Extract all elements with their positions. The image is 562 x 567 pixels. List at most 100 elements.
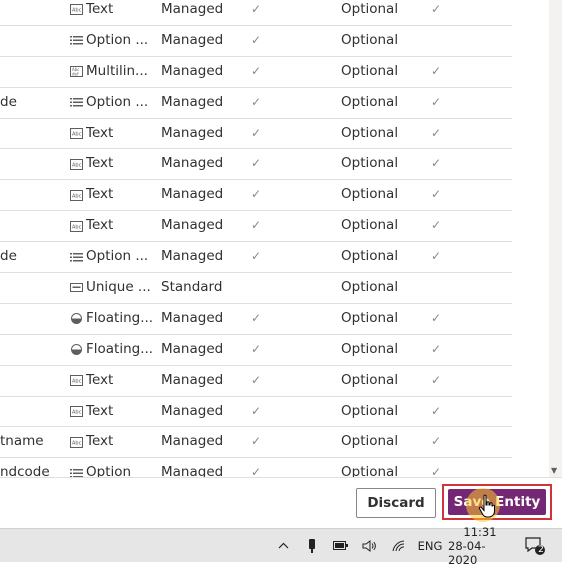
checkmark-icon: ✓ bbox=[251, 218, 262, 233]
notification-count-badge: 2 bbox=[538, 545, 544, 555]
cell-data-type: Abc Text bbox=[70, 119, 113, 149]
checkmark-icon: ✓ bbox=[251, 63, 262, 78]
fields-grid: Abc Text Managed ✓ Optional ✓ Option ... Manage… bbox=[0, 0, 549, 477]
table-row[interactable]: Abc Text Managed ✓ Optional ✓ bbox=[0, 119, 512, 150]
checkmark-icon: ✓ bbox=[251, 403, 262, 418]
table-row[interactable]: de Option ... Managed ✓ Optional ✓ bbox=[0, 88, 512, 119]
table-row[interactable]: Abc Text Managed ✓ Optional ✓ bbox=[0, 366, 512, 397]
checkmark-icon: ✓ bbox=[431, 341, 442, 356]
cell-data-type-label: Text bbox=[86, 402, 114, 419]
floating-point-icon bbox=[70, 344, 86, 356]
cell-data-type-label: Unique ... bbox=[86, 279, 151, 296]
cell-data-type-label: Option ... bbox=[86, 31, 149, 48]
cell-data-type: Option ... bbox=[70, 88, 148, 118]
cell-required: Optional bbox=[341, 340, 399, 357]
table-row[interactable]: Abc def Multilin... Managed ✓ Optional ✓ bbox=[0, 57, 512, 88]
cell-customizable: Managed bbox=[161, 402, 224, 419]
notification-center-icon[interactable]: 2 bbox=[522, 529, 548, 562]
cell-data-type-label: Text bbox=[86, 155, 114, 172]
text-icon: Abc bbox=[70, 436, 86, 448]
floating-point-icon bbox=[70, 313, 86, 325]
table-row[interactable]: Option ... Managed ✓ Optional bbox=[0, 26, 512, 57]
taskbar-clock[interactable]: 11:31 28-04-2020 bbox=[448, 525, 512, 567]
usb-icon[interactable] bbox=[304, 529, 320, 562]
text-icon: Abc bbox=[70, 158, 86, 170]
cell-data-type: Abc Text bbox=[70, 427, 113, 457]
save-entity-button[interactable]: Save Entity bbox=[448, 489, 546, 515]
cell-customizable: Managed bbox=[161, 217, 224, 234]
checkmark-icon: ✓ bbox=[251, 156, 262, 171]
unique-identifier-icon bbox=[70, 282, 86, 293]
table-row[interactable]: Floating... Managed ✓ Optional ✓ bbox=[0, 304, 512, 335]
cell-customizable: Managed bbox=[161, 124, 224, 141]
vertical-scrollbar[interactable]: ▼ bbox=[549, 0, 562, 477]
cell-required: Optional bbox=[341, 371, 399, 388]
checkmark-icon: ✓ bbox=[431, 218, 442, 233]
chevron-up-icon[interactable] bbox=[274, 529, 292, 562]
table-row[interactable]: Floating... Managed ✓ Optional ✓ bbox=[0, 335, 512, 366]
table-row[interactable]: Abc Text Managed ✓ Optional ✓ bbox=[0, 180, 512, 212]
cell-data-type-label: Multilin... bbox=[86, 62, 148, 79]
table-row[interactable]: Unique ... Standard Optional bbox=[0, 273, 512, 304]
cell-required: Optional bbox=[341, 186, 399, 203]
wifi-icon[interactable] bbox=[390, 529, 408, 562]
svg-text:Abc: Abc bbox=[72, 440, 82, 446]
cell-required: Optional bbox=[341, 464, 399, 477]
text-icon: Abc bbox=[70, 128, 86, 139]
table-row[interactable]: Abc Text Managed ✓ Optional ✓ bbox=[0, 149, 512, 181]
volume-icon[interactable] bbox=[360, 529, 378, 562]
text-icon: Abc bbox=[70, 4, 86, 16]
table-row[interactable]: tname Abc Text Managed ✓ Optional ✓ bbox=[0, 427, 512, 459]
cell-required: Optional bbox=[341, 93, 399, 110]
table-row[interactable]: Abc Text Managed ✓ Optional ✓ bbox=[0, 211, 512, 243]
checkmark-icon: ✓ bbox=[251, 187, 262, 202]
cell-data-type: Unique ... bbox=[70, 273, 151, 303]
checkmark-icon: ✓ bbox=[431, 187, 442, 202]
cell-customizable: Managed bbox=[161, 186, 224, 203]
cell-display-name: tname bbox=[0, 433, 44, 450]
cell-required: Optional bbox=[341, 309, 399, 326]
multiline-text-icon: Abc def bbox=[70, 66, 86, 78]
clock-date: 28-04-2020 bbox=[448, 538, 486, 567]
cell-customizable: Managed bbox=[161, 433, 224, 450]
svg-text:def: def bbox=[72, 72, 79, 77]
checkmark-icon: ✓ bbox=[251, 465, 262, 477]
table-row[interactable]: ndcode Option Managed ✓ Optional ✓ bbox=[0, 458, 512, 477]
cell-data-type: Floating... bbox=[70, 304, 153, 334]
cell-data-type: Abc Text bbox=[70, 366, 113, 396]
checkmark-icon: ✓ bbox=[251, 341, 262, 356]
cell-customizable: Managed bbox=[161, 62, 224, 79]
checkmark-icon: ✓ bbox=[431, 249, 442, 264]
svg-text:Abc: Abc bbox=[72, 410, 82, 416]
cell-required: Optional bbox=[341, 402, 399, 419]
table-row[interactable]: Abc Text Managed ✓ Optional ✓ bbox=[0, 397, 512, 428]
svg-text:Abc: Abc bbox=[72, 8, 82, 14]
svg-text:Abc: Abc bbox=[72, 132, 82, 138]
table-row[interactable]: Abc Text Managed ✓ Optional ✓ bbox=[0, 0, 512, 26]
cell-data-type: Abc Text bbox=[70, 0, 113, 25]
text-icon: Abc bbox=[70, 406, 86, 418]
save-entity-highlight: Save Entity bbox=[442, 484, 552, 520]
scroll-down-arrow-icon[interactable]: ▼ bbox=[551, 467, 557, 475]
checkmark-icon: ✓ bbox=[251, 434, 262, 449]
cell-required: Optional bbox=[341, 124, 399, 141]
cell-display-name: ndcode bbox=[0, 464, 50, 477]
cell-customizable: Managed bbox=[161, 155, 224, 172]
cell-data-type-label: Option ... bbox=[86, 93, 149, 110]
checkmark-icon: ✓ bbox=[251, 94, 262, 109]
cell-required: Optional bbox=[341, 1, 399, 17]
battery-icon[interactable] bbox=[331, 529, 349, 562]
checkmark-icon: ✓ bbox=[431, 434, 442, 449]
language-indicator[interactable]: ENG bbox=[418, 529, 443, 562]
checkmark-icon: ✓ bbox=[431, 310, 442, 325]
checkmark-icon: ✓ bbox=[251, 32, 262, 47]
checkmark-icon: ✓ bbox=[431, 465, 442, 477]
cell-data-type-label: Text bbox=[86, 1, 114, 17]
svg-text:Abc: Abc bbox=[72, 224, 82, 230]
cell-data-type-label: Text bbox=[86, 124, 114, 141]
checkmark-icon: ✓ bbox=[251, 372, 262, 387]
clock-time: 11:31 bbox=[463, 524, 497, 539]
table-row[interactable]: de Option ... Managed ✓ Optional ✓ bbox=[0, 242, 512, 274]
discard-button[interactable]: Discard bbox=[356, 488, 436, 518]
cell-data-type-label: Text bbox=[86, 433, 114, 450]
